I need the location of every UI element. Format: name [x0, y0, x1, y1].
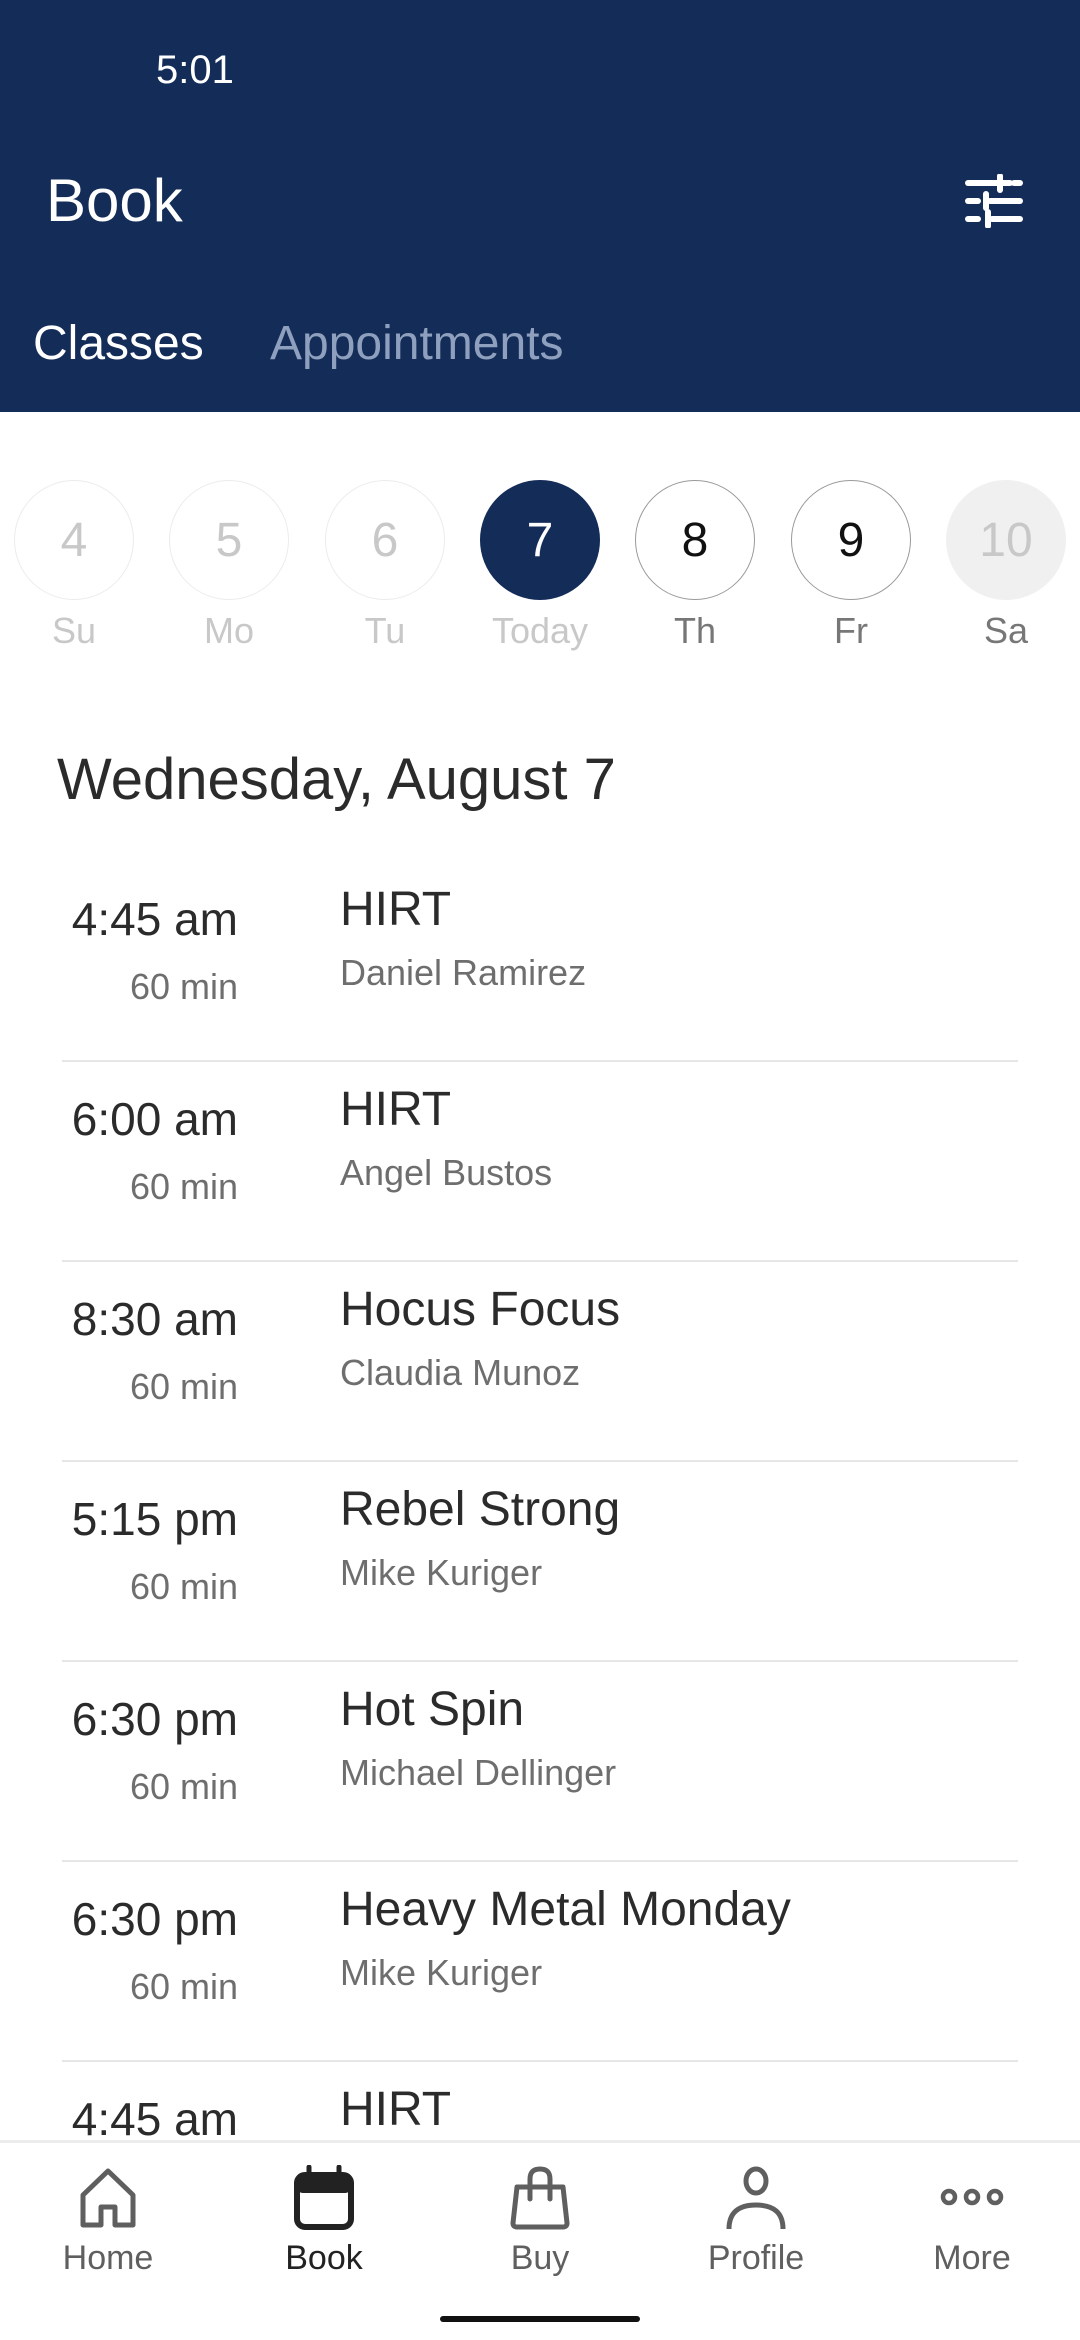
day-label: Today	[491, 610, 589, 651]
class-time: 6:00 am	[71, 1093, 238, 1145]
class-list[interactable]: 4:45 am 60 min HIRT Daniel Ramirez 6:00 …	[0, 862, 1080, 2140]
tab-appointments[interactable]: Appointments	[270, 316, 564, 371]
class-time: 6:30 pm	[71, 1693, 238, 1745]
class-instructor: Michael Dellinger	[340, 1752, 617, 1793]
page-title: Book	[46, 167, 183, 234]
more-dots-icon	[940, 2188, 1004, 2206]
day-tuesday[interactable]: 6 Tu	[325, 480, 445, 652]
nav-label: Book	[285, 2239, 363, 2277]
nav-home[interactable]: Home	[28, 2165, 188, 2278]
app-header: 5:01 Book Classes Appointments	[0, 0, 1080, 412]
day-thursday[interactable]: 8 Th	[635, 480, 755, 652]
class-name: Hocus Focus	[340, 1283, 621, 1336]
class-time: 5:15 pm	[71, 1493, 238, 1545]
class-time: 4:45 am	[71, 893, 238, 945]
class-duration: 60 min	[129, 1566, 238, 1607]
class-name: Heavy Metal Monday	[340, 1883, 791, 1936]
person-icon	[726, 2166, 786, 2230]
class-duration: 60 min	[129, 966, 238, 1007]
class-time: 8:30 am	[71, 1293, 238, 1345]
nav-profile[interactable]: Profile	[676, 2165, 836, 2278]
class-row[interactable]: 4:45 am HIRT	[62, 2062, 1018, 2140]
class-row[interactable]: 6:00 am 60 min HIRT Angel Bustos	[62, 1062, 1018, 1262]
day-label: Fr	[834, 610, 868, 651]
class-row[interactable]: 6:30 pm 60 min Hot Spin Michael Dellinge…	[62, 1662, 1018, 1862]
class-instructor: Angel Bustos	[340, 1152, 553, 1193]
class-row[interactable]: 4:45 am 60 min HIRT Daniel Ramirez	[62, 862, 1018, 1062]
day-number: 10	[946, 480, 1066, 600]
class-name: Hot Spin	[340, 1683, 525, 1736]
nav-label: Home	[62, 2239, 154, 2277]
nav-buy[interactable]: Buy	[460, 2165, 620, 2278]
class-row[interactable]: 5:15 pm 60 min Rebel Strong Mike Kuriger	[62, 1462, 1018, 1662]
class-instructor: Mike Kuriger	[340, 1952, 543, 1993]
class-instructor: Claudia Munoz	[340, 1352, 581, 1393]
shopping-bag-icon	[510, 2166, 570, 2230]
day-number: 7	[480, 480, 600, 600]
class-duration: 60 min	[129, 1166, 238, 1207]
home-icon	[80, 2168, 136, 2228]
day-saturday[interactable]: 10 Sa	[946, 480, 1066, 652]
day-number: 6	[325, 480, 445, 600]
class-instructor: Daniel Ramirez	[340, 952, 587, 993]
day-label: Th	[673, 610, 716, 651]
day-number: 5	[169, 480, 289, 600]
class-name: HIRT	[340, 1083, 452, 1136]
class-row[interactable]: 6:30 pm 60 min Heavy Metal Monday Mike K…	[62, 1862, 1018, 2062]
day-number: 4	[14, 480, 134, 600]
day-label: Su	[51, 610, 97, 651]
day-label: Mo	[203, 610, 254, 651]
day-number: 9	[791, 480, 911, 600]
day-number: 8	[635, 480, 755, 600]
class-duration: 60 min	[129, 1366, 238, 1407]
nav-book[interactable]: Book	[244, 2165, 404, 2278]
day-label: Tu	[364, 610, 406, 651]
calendar-icon	[294, 2165, 354, 2230]
bottom-nav: Home Book Buy Profile More	[0, 2140, 1080, 2340]
class-time: 6:30 pm	[71, 1893, 238, 1945]
date-selector: 4 Su 5 Mo 6 Tu 7 Today 8 Th 9 Fr 10 Sa	[0, 480, 1080, 660]
class-duration: 60 min	[129, 1966, 238, 2007]
tab-classes[interactable]: Classes	[33, 316, 204, 371]
status-bar-time: 5:01	[156, 48, 234, 92]
nav-more[interactable]: More	[892, 2165, 1052, 2278]
sliders-icon	[965, 173, 1023, 229]
class-name: Rebel Strong	[340, 1483, 621, 1536]
nav-label: Profile	[707, 2239, 805, 2277]
class-duration: 60 min	[129, 1766, 238, 1807]
class-time: 4:45 am	[71, 2093, 238, 2140]
day-sunday[interactable]: 4 Su	[14, 480, 134, 652]
date-heading: Wednesday, August 7	[57, 747, 616, 812]
class-name: HIRT	[340, 883, 452, 936]
home-indicator[interactable]	[440, 2316, 640, 2322]
class-row[interactable]: 8:30 am 60 min Hocus Focus Claudia Munoz	[62, 1262, 1018, 1462]
day-monday[interactable]: 5 Mo	[169, 480, 289, 652]
day-label: Sa	[983, 610, 1029, 651]
day-friday[interactable]: 9 Fr	[791, 480, 911, 652]
nav-label: Buy	[510, 2239, 570, 2277]
class-instructor: Mike Kuriger	[340, 1552, 543, 1593]
day-today[interactable]: 7 Today	[480, 480, 600, 652]
filter-button[interactable]	[964, 173, 1028, 229]
nav-label: More	[933, 2239, 1011, 2277]
class-name: HIRT	[340, 2083, 452, 2136]
